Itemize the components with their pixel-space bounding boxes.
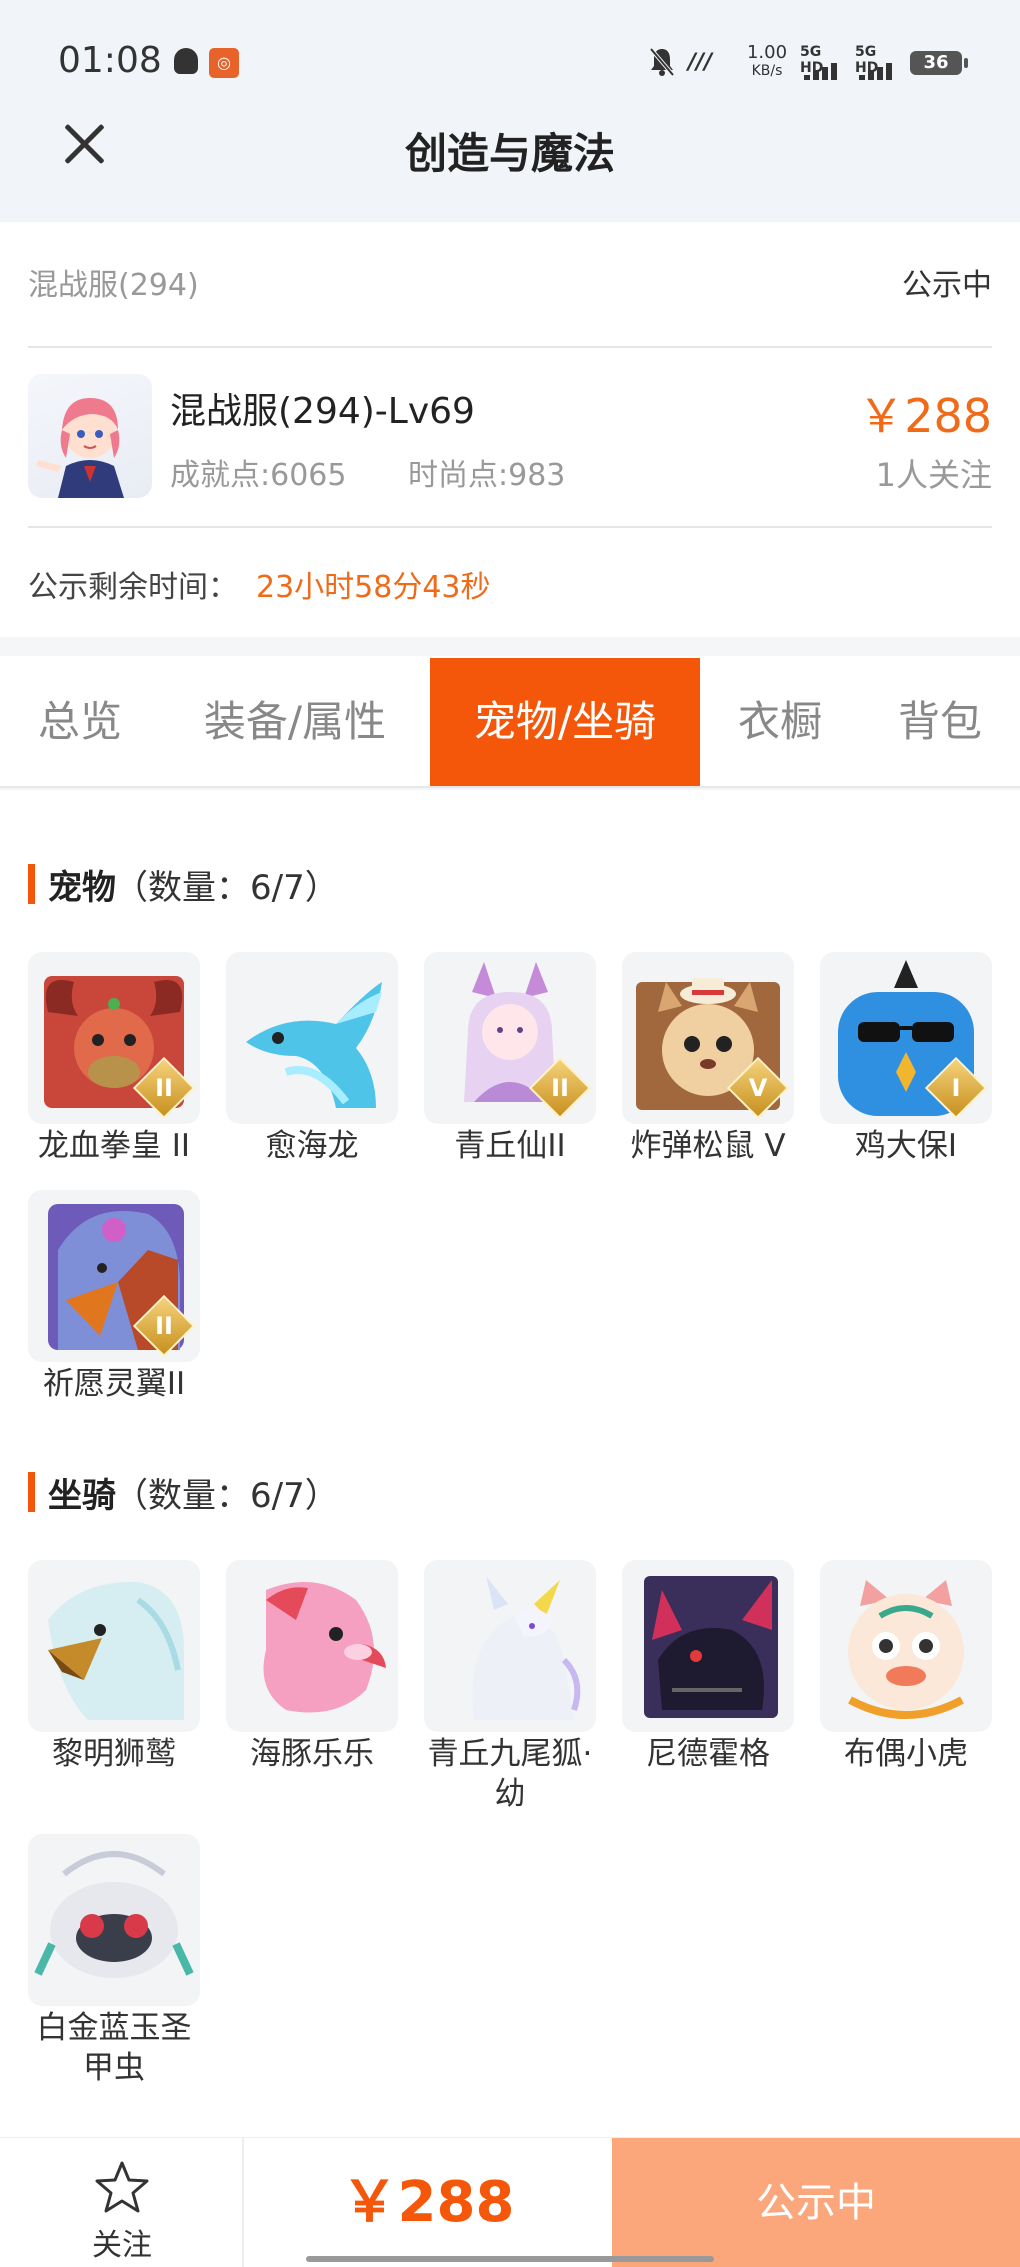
- pet-item[interactable]: II 祈愿灵翼II: [28, 1190, 200, 1404]
- page-title: 创造与魔法: [404, 129, 615, 178]
- mount-name: 白金蓝玉圣甲虫: [36, 2010, 192, 2086]
- character-name: 混战服(294)-Lv69: [170, 391, 475, 432]
- divider: [28, 526, 992, 528]
- nine-tail-fox-mount-icon: [424, 1560, 596, 1732]
- pet-name: 青丘仙II: [454, 1128, 566, 1164]
- pink-dolphin-mount-icon: [226, 1560, 398, 1732]
- section-count: （数量：6/7）: [114, 1476, 339, 1516]
- qq-penguin-icon: [174, 48, 198, 74]
- dark-dragon-mount-icon: [622, 1560, 794, 1732]
- section-count: （数量：6/7）: [114, 868, 339, 908]
- toy-tiger-mount-icon: [820, 1560, 992, 1732]
- remaining-time-label: 公示剩余时间：: [28, 570, 238, 605]
- listing-price: ￥288: [858, 389, 992, 443]
- app-notification-icon: ◎: [209, 48, 239, 78]
- sea-dragon-pet-icon: [226, 952, 398, 1124]
- pet-item[interactable]: I 鸡大保I: [820, 952, 992, 1166]
- section-accent-bar: [28, 1472, 35, 1512]
- net-speed-value: 1.00: [746, 42, 788, 63]
- net-speed: 1.00 KB/s: [745, 44, 789, 80]
- mount-item[interactable]: 白金蓝玉圣甲虫: [28, 1834, 200, 2088]
- dawn-griffin-mount-icon: [28, 1560, 200, 1732]
- pet-item[interactable]: II 青丘仙II: [424, 952, 596, 1166]
- battery-icon: 36: [910, 51, 968, 75]
- blue-chicken-pet-icon: I: [820, 952, 992, 1124]
- fox-fairy-pet-icon: II: [424, 952, 596, 1124]
- pet-name: 龙血拳皇 II: [37, 1128, 191, 1164]
- character-avatar[interactable]: [28, 374, 152, 498]
- achievement-points: 成就点:6065: [170, 458, 347, 493]
- mount-item[interactable]: 海豚乐乐: [226, 1560, 398, 1774]
- wish-griffin-pet-icon: II: [28, 1190, 200, 1362]
- listing-card: 混战服(294) 公示中 混战服(294)-Lv69 成就点:6065 时尚点:…: [0, 222, 1020, 637]
- bell-muted-icon: [648, 46, 676, 78]
- mount-name: 海豚乐乐: [250, 1736, 374, 1772]
- tab-pets-mounts[interactable]: 宠物/坐骑: [430, 658, 700, 786]
- pet-name: 愈海龙: [265, 1128, 359, 1164]
- fashion-points: 时尚点:983: [408, 458, 566, 493]
- mount-name: 青丘九尾狐·幼: [427, 1736, 593, 1812]
- status-bar: 01:08 ◎ /// 1.00 KB/s 5G HD 5G HD 36: [0, 0, 1020, 120]
- scarab-mount-icon: [28, 1834, 200, 2006]
- pets-mounts-content: 宠物 （数量：6/7） II 龙血拳皇 II 愈海龙 II 青丘仙II V 炸弹…: [0, 790, 1020, 2137]
- pet-name: 鸡大保I: [854, 1128, 958, 1164]
- bottom-action-bar: 关注 ￥288 公示中: [0, 2137, 1020, 2267]
- follow-button[interactable]: 关注: [0, 2138, 244, 2267]
- tab-equipment[interactable]: 装备/属性: [180, 658, 410, 786]
- nfc-icon: ///: [688, 50, 713, 75]
- remaining-time-value: 23小时58分43秒: [256, 570, 491, 605]
- bottom-price: ￥288: [341, 2170, 515, 2235]
- status-time: 01:08: [58, 40, 162, 81]
- star-icon: [92, 2158, 152, 2218]
- section-accent-bar: [28, 864, 35, 904]
- section-name: 宠物: [48, 868, 116, 908]
- pet-item[interactable]: 愈海龙: [226, 952, 398, 1166]
- mount-item[interactable]: 布偶小虎: [820, 1560, 992, 1774]
- tab-overview[interactable]: 总览: [10, 658, 150, 786]
- publicity-status-button[interactable]: 公示中: [612, 2138, 1020, 2267]
- signal-1-icon: 5G HD: [800, 44, 848, 80]
- pet-item[interactable]: V 炸弹松鼠 V: [622, 952, 794, 1166]
- mount-item[interactable]: 黎明狮鹫: [28, 1560, 200, 1774]
- mount-item[interactable]: 尼德霍格: [622, 1560, 794, 1774]
- red-dragon-pet-icon: II: [28, 952, 200, 1124]
- signal-2-icon: 5G HD: [855, 44, 903, 80]
- follow-label: 关注: [92, 2228, 152, 2263]
- mount-name: 黎明狮鹫: [52, 1736, 176, 1772]
- pet-item[interactable]: II 龙血拳皇 II: [28, 952, 200, 1166]
- tab-wardrobe[interactable]: 衣橱: [710, 658, 850, 786]
- mount-name: 尼德霍格: [646, 1736, 770, 1772]
- net-speed-unit: KB/s: [751, 63, 783, 79]
- pet-name: 炸弹松鼠 V: [630, 1128, 786, 1164]
- mount-name: 布偶小虎: [844, 1736, 968, 1772]
- pet-name: 祈愿灵翼II: [42, 1366, 186, 1402]
- bomb-squirrel-pet-icon: V: [622, 952, 794, 1124]
- follower-count: 1人关注: [875, 456, 992, 494]
- mount-item[interactable]: 青丘九尾狐·幼: [424, 1560, 596, 1814]
- top-header: 01:08 ◎ /// 1.00 KB/s 5G HD 5G HD 36 创造与…: [0, 0, 1020, 222]
- section-name: 坐骑: [48, 1476, 116, 1516]
- server-name: 混战服(294): [28, 268, 199, 303]
- tab-backpack[interactable]: 背包: [870, 658, 1010, 786]
- divider: [28, 346, 992, 348]
- listing-status: 公示中: [902, 268, 992, 303]
- home-indicator[interactable]: [306, 2256, 714, 2262]
- tab-bar: 总览 装备/属性 宠物/坐骑 衣橱 背包: [0, 656, 1020, 788]
